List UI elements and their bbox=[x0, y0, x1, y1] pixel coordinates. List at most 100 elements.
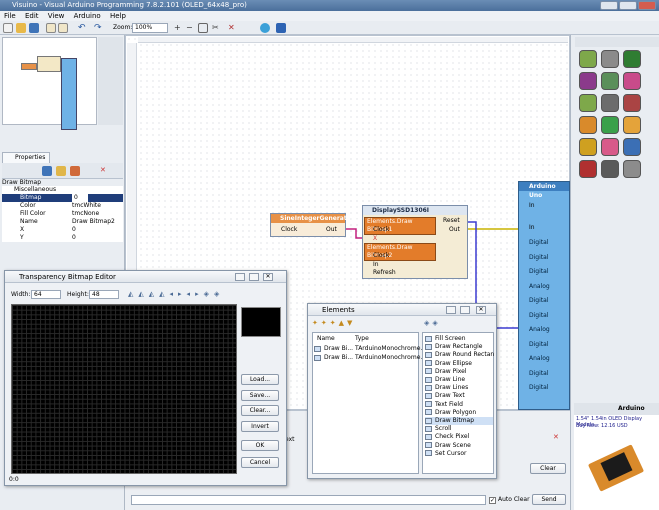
display-component[interactable]: DisplaySSD1306I Elements.Draw Bitmap1 Cl… bbox=[362, 205, 468, 279]
palette-category-icon[interactable] bbox=[623, 72, 641, 90]
palette-category-icon[interactable] bbox=[601, 116, 619, 134]
display-in-pin[interactable]: In bbox=[373, 261, 379, 269]
palette-item[interactable]: Draw Ellipse bbox=[425, 360, 493, 368]
palette-item[interactable]: Draw Lines bbox=[425, 384, 493, 392]
palette-category-icon[interactable] bbox=[579, 72, 597, 90]
palette-category-icon[interactable] bbox=[579, 160, 597, 178]
palette-item[interactable]: Draw Rectangle bbox=[425, 343, 493, 351]
palette-category-icon[interactable] bbox=[623, 94, 641, 112]
bitmap2-clock-pin[interactable]: Clock bbox=[373, 252, 389, 260]
palette-item[interactable]: Text Field bbox=[425, 401, 493, 409]
display-reset-pin[interactable]: Reset bbox=[443, 217, 460, 225]
palette-toolbar-icons[interactable]: ◈◈ bbox=[424, 319, 444, 328]
palette-item-icon bbox=[425, 442, 432, 449]
arduino-in-pin-2[interactable]: In bbox=[529, 224, 535, 232]
product-preview[interactable]: 1.54" 1.54in OLED Display Module Buy Now… bbox=[574, 415, 659, 510]
arduino-pin[interactable]: Digital bbox=[529, 254, 548, 262]
palette-item[interactable]: Scroll bbox=[425, 425, 493, 433]
palette-category-icon[interactable] bbox=[601, 50, 619, 68]
elements-list: Name Type Draw Bi... TArduinoMonochrome..… bbox=[312, 332, 426, 474]
palette-item-icon bbox=[425, 433, 432, 440]
palette-category-icon[interactable] bbox=[623, 138, 641, 156]
column-type[interactable]: Type bbox=[355, 335, 369, 343]
palette-category-icon[interactable] bbox=[601, 160, 619, 178]
palette-item[interactable]: Draw Line bbox=[425, 376, 493, 384]
sine-generator-component[interactable]: SineIntegerGenerator1 Clock Out bbox=[270, 213, 358, 237]
elements-toolbar[interactable]: ✦✦✦▲▼ bbox=[312, 319, 382, 328]
arduino-pin[interactable]: Digital bbox=[529, 268, 548, 276]
elements-close[interactable]: ✕ bbox=[476, 306, 486, 314]
palette-category-icon[interactable] bbox=[601, 138, 619, 156]
element-row[interactable]: Draw Bi... TArduinoMonochrome... bbox=[314, 354, 426, 362]
arduino-pin[interactable]: Digital bbox=[529, 370, 548, 378]
arduino-pin[interactable]: Analog bbox=[529, 355, 550, 363]
bitmap-pixel-grid[interactable] bbox=[11, 304, 237, 474]
sine-clock-pin[interactable]: Clock bbox=[281, 226, 297, 234]
elements-maximize[interactable] bbox=[460, 306, 470, 314]
sine-out-pin[interactable]: Out bbox=[326, 226, 337, 234]
palette-item[interactable]: Draw Bitmap bbox=[425, 417, 493, 425]
palette-item-icon bbox=[425, 335, 432, 342]
palette-category-icon[interactable] bbox=[623, 50, 641, 68]
ok-button[interactable]: OK bbox=[241, 440, 279, 451]
palette-category-icon[interactable] bbox=[579, 138, 597, 156]
serial-input[interactable] bbox=[131, 495, 486, 505]
bitmap-editor-close[interactable]: ✕ bbox=[263, 273, 273, 281]
arduino-in-pin[interactable]: In bbox=[529, 202, 535, 210]
arduino-component[interactable]: Arduino Uno In In Digital Digital Digital A… bbox=[518, 181, 570, 410]
clear-bitmap-button[interactable]: Clear... bbox=[241, 405, 279, 416]
width-input[interactable]: 64 bbox=[31, 290, 61, 299]
bitmap-editor-maximize[interactable] bbox=[249, 273, 259, 281]
palette-item[interactable]: Fill Screen bbox=[425, 335, 493, 343]
clear-button[interactable]: Clear bbox=[530, 463, 566, 474]
bitmap-editor-minimize[interactable] bbox=[235, 273, 245, 281]
x-pin[interactable]: X bbox=[373, 235, 377, 243]
palette-category-icon[interactable] bbox=[601, 94, 619, 112]
palette-category-icon[interactable] bbox=[579, 116, 597, 134]
palette-item-label: Draw Scene bbox=[435, 441, 471, 449]
palette-item[interactable]: Draw Round Rectan bbox=[425, 351, 494, 359]
auto-clear-checkbox[interactable]: ✓ bbox=[489, 497, 496, 504]
display-out-pin[interactable]: Out bbox=[449, 226, 460, 234]
palette-item[interactable]: Set Cursor bbox=[425, 450, 493, 458]
invert-button[interactable]: Invert bbox=[241, 421, 279, 432]
column-name[interactable]: Name bbox=[317, 335, 335, 343]
cancel-button[interactable]: Cancel bbox=[241, 457, 279, 468]
close-serial-icon[interactable]: ✕ bbox=[553, 433, 559, 441]
arduino-pin[interactable]: Analog bbox=[529, 283, 550, 291]
load-button[interactable]: Load... bbox=[241, 374, 279, 385]
draw-bitmap2-element[interactable]: Elements.Draw Bitmap2 Clock bbox=[364, 243, 436, 261]
arduino-pin[interactable]: Analog bbox=[529, 326, 550, 334]
palette-item[interactable]: Draw Scene bbox=[425, 442, 493, 450]
palette-category-icon[interactable] bbox=[579, 94, 597, 112]
palette-item-icon bbox=[425, 417, 432, 424]
arduino-pin[interactable]: Digital bbox=[529, 297, 548, 305]
elements-minimize[interactable] bbox=[446, 306, 456, 314]
height-input[interactable]: 48 bbox=[89, 290, 119, 299]
palette-category-icon[interactable] bbox=[623, 116, 641, 134]
bitmap-editor-titlebar: Transparency Bitmap Editor ✕ bbox=[5, 271, 286, 283]
element-row[interactable]: Draw Bi... TArduinoMonochrome... bbox=[314, 345, 426, 353]
display-refresh-pin[interactable]: Refresh bbox=[373, 269, 396, 277]
palette-item[interactable]: Draw Pixel bbox=[425, 368, 493, 376]
arduino-pin[interactable]: Digital bbox=[529, 341, 548, 349]
element-type: TArduinoMonochrome... bbox=[355, 354, 427, 361]
palette-category-icon[interactable] bbox=[601, 72, 619, 90]
arduino-pin[interactable]: Digital bbox=[529, 384, 548, 392]
palette-item[interactable]: Check Pixel bbox=[425, 433, 493, 441]
palette-item-icon bbox=[425, 376, 432, 383]
arduino-pin[interactable]: Digital bbox=[529, 239, 548, 247]
palette-category-icon[interactable] bbox=[623, 160, 641, 178]
save-button[interactable]: Save... bbox=[241, 390, 279, 401]
palette-item-icon bbox=[425, 450, 432, 457]
palette-item[interactable]: Draw Polygon bbox=[425, 409, 493, 417]
bitmap1-clock-pin[interactable]: Clock bbox=[373, 226, 389, 234]
transform-tools[interactable]: ◭◭◭◭◂▸◂▸◈◈ bbox=[128, 290, 248, 300]
palette-item[interactable]: Draw Text bbox=[425, 392, 493, 400]
product-price[interactable]: Buy Now: 12.16 USD bbox=[576, 423, 628, 429]
arduino-pin[interactable]: Digital bbox=[529, 312, 548, 320]
send-button[interactable]: Send bbox=[532, 494, 566, 505]
palette-item-label: Scroll bbox=[435, 425, 452, 433]
palette-category-icon[interactable] bbox=[579, 50, 597, 68]
draw-bitmap1-element[interactable]: Elements.Draw Bitmap1 Clock bbox=[364, 217, 436, 235]
